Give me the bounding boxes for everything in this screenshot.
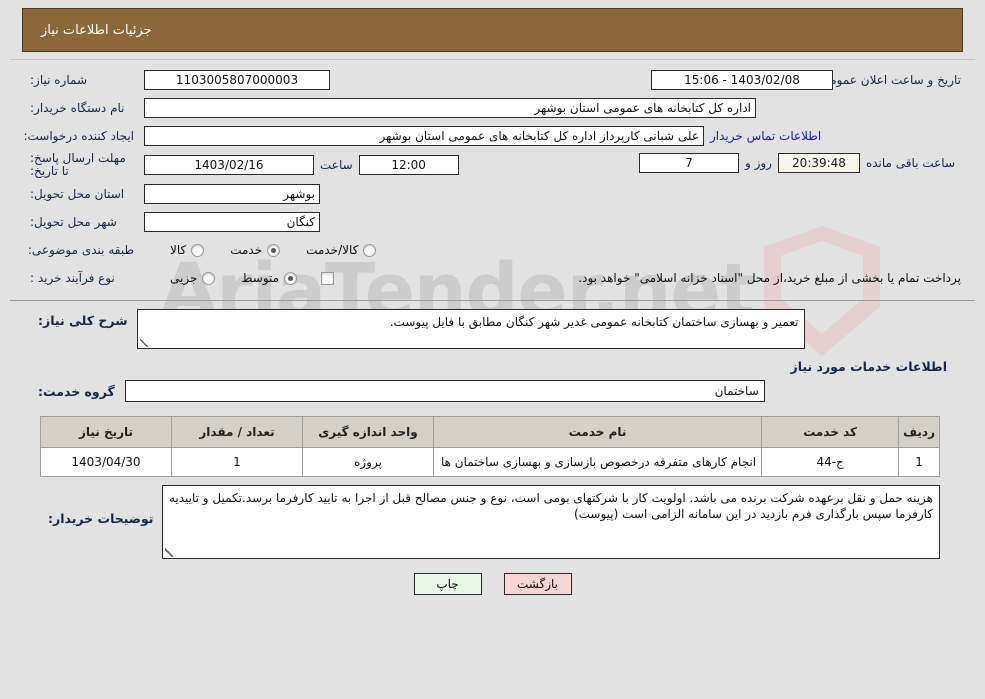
value-city: کنگان [144,212,320,232]
services-table-wrapper: ردیف کد خدمت نام خدمت واحد اندازه گیری ت… [40,416,940,477]
print-button[interactable]: چاپ [413,573,482,595]
cell-need-date: 1403/04/30 [40,447,172,477]
label-service-group: گروه خدمت: [38,383,115,399]
need-info-panel: تاریخ و ساعت اعلان عمومی: 15:06 - 1403/0… [10,59,975,301]
row-province: بوشهر استان محل تحویل: [10,180,975,208]
label-need-number: شماره نیاز: [30,73,87,87]
value-creator: علی شبانی کارپرداز اداره کل کتابخانه های… [144,126,704,146]
value-province: بوشهر [144,184,320,204]
th-need-date: تاریخ نیاز [40,416,172,448]
row-need-number: تاریخ و ساعت اعلان عمومی: 15:06 - 1403/0… [10,66,975,94]
label-creator: ایجاد کننده درخواست: [23,129,134,143]
footer-actions: بازگشت چاپ [0,573,985,595]
radio-purchase-motavaset[interactable]: متوسط [241,271,298,285]
table-row: 1 ج-44 انجام کارهای متفرقه درخصوص بازساز… [40,447,940,477]
radio-indicator[interactable] [202,271,216,285]
radio-indicator[interactable] [267,243,281,257]
value-need-number: 1103005807000003 [144,70,330,90]
th-service-code: کد خدمت [761,416,900,448]
th-service-name: نام خدمت [432,416,763,448]
service-group-input[interactable]: ساختمان [124,380,765,402]
label-need-description: شرح کلی نیاز: [38,313,128,328]
radio-indicator[interactable] [191,243,205,257]
cell-quantity: 1 [171,447,303,477]
th-unit: واحد اندازه گیری [302,416,434,448]
purchase-type-radio-group[interactable]: متوسط جزیی [144,271,298,285]
services-section-title: اطلاعات خدمات مورد نیاز [790,359,948,374]
row-buyer-org: اداره کل کتابخانه های عمومی استان بوشهر … [10,94,975,122]
value-countdown: 20:39:48 [777,153,860,173]
label-province: استان محل تحویل: [30,187,125,201]
label-days: روز و [744,156,772,170]
cell-unit: پروژه [302,447,434,477]
value-deadline-date: 1403/02/16 [144,155,314,175]
th-radif: ردیف [898,416,940,448]
label-category: طبقه بندی موضوعی: [27,243,134,257]
category-radio-group[interactable]: کالا/خدمت خدمت کالا [144,243,377,257]
radio-label: خدمت [230,243,263,257]
page-root: جزئیات اطلاعات نیاز تاریخ و ساعت اعلان ع… [0,8,985,595]
label-buyer-org: نام دستگاه خریدار: [30,101,125,115]
page-header: جزئیات اطلاعات نیاز [22,8,963,52]
row-purchase-type: پرداخت تمام یا بخشی از مبلغ خرید،از محل … [10,264,975,292]
row-description: تعمیر و بهسازی ساختمان کتابخانه عمومی غد… [10,309,975,349]
row-creator: اطلاعات تماس خریدار علی شبانی کارپرداز ا… [10,122,975,150]
value-public-announce: 15:06 - 1403/02/08 [651,70,833,90]
need-description-textarea[interactable]: تعمیر و بهسازی ساختمان کتابخانه عمومی غد… [137,309,806,349]
description-section: تعمیر و بهسازی ساختمان کتابخانه عمومی غد… [10,301,975,406]
radio-label: جزیی [170,271,198,285]
radio-indicator[interactable] [363,243,377,257]
row-buyer-notes: هزینه حمل و نقل برعهده شرکت برنده می باش… [0,477,985,559]
radio-category-khedmat[interactable]: خدمت [230,243,281,257]
buyer-contact-link[interactable]: اطلاعات تماس خریدار [704,129,827,143]
radio-category-kala-khedmat[interactable]: کالا/خدمت [306,243,377,257]
row-deadline: ساعت باقی مانده 20:39:48 روز و 7 12:00 س… [10,150,975,180]
label-remaining: ساعت باقی مانده [865,156,955,170]
row-service-group: ساختمان گروه خدمت: [10,380,975,402]
radio-category-kala[interactable]: کالا [170,243,205,257]
radio-label: کالا/خدمت [306,243,359,257]
value-deadline-time: 12:00 [358,155,459,175]
label-deadline-time: ساعت [320,158,353,172]
th-quantity: تعداد / مقدار [171,416,303,448]
cell-radif: 1 [898,447,940,477]
row-city: کنگان شهر محل تحویل: [10,208,975,236]
cell-service-name: انجام کارهای متفرقه درخصوص بازسازی و بهس… [432,447,763,477]
radio-label: متوسط [241,271,280,285]
label-city: شهر محل تحویل: [30,215,117,229]
page-title: جزئیات اطلاعات نیاز [41,22,152,38]
label-deadline: مهلت ارسال پاسخ: تا تاریخ: [30,151,126,178]
back-button[interactable]: بازگشت [503,573,572,595]
treasury-checkbox[interactable] [321,271,335,285]
services-table: ردیف کد خدمت نام خدمت واحد اندازه گیری ت… [40,416,940,477]
radio-indicator[interactable] [284,271,298,285]
radio-label: کالا [170,243,187,257]
table-header-row: ردیف کد خدمت نام خدمت واحد اندازه گیری ت… [40,416,940,448]
buyer-notes-textarea[interactable]: هزینه حمل و نقل برعهده شرکت برنده می باش… [161,485,940,559]
row-category: کالا/خدمت خدمت کالا طبقه بندی موضوعی: [10,236,975,264]
label-purchase-type: نوع فرآیند خرید : [30,271,115,285]
value-buyer-org: اداره کل کتابخانه های عمومی استان بوشهر [144,98,756,118]
treasury-checkbox-label: پرداخت تمام یا بخشی از مبلغ خرید،از محل … [578,271,961,285]
label-public-announce: تاریخ و ساعت اعلان عمومی: [816,73,961,87]
radio-purchase-jozii[interactable]: جزیی [170,271,216,285]
value-days: 7 [638,153,739,173]
cell-service-code: ج-44 [761,447,900,477]
label-buyer-notes: توضیحات خریدار: [48,511,154,526]
